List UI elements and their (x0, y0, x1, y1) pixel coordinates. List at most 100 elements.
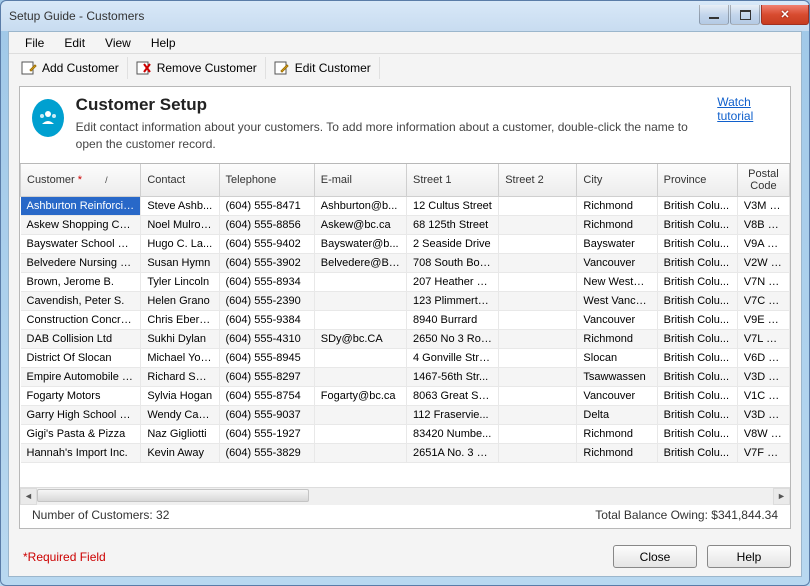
table-cell[interactable]: Michael Young (141, 348, 219, 367)
table-cell[interactable] (499, 310, 577, 329)
table-cell[interactable]: Richmond (577, 443, 657, 462)
table-cell[interactable]: 12 Cultus Street (406, 196, 498, 215)
table-cell[interactable] (314, 348, 406, 367)
table-cell[interactable]: New Westmi... (577, 272, 657, 291)
table-cell[interactable]: V6D 4U8 (737, 348, 789, 367)
table-cell[interactable]: V8W 9C3 (737, 424, 789, 443)
table-cell[interactable]: SDy@bc.CA (314, 329, 406, 348)
remove-customer-button[interactable]: Remove Customer (128, 57, 266, 79)
col-postal[interactable]: Postal Code (737, 164, 789, 197)
table-row[interactable]: Brown, Jerome B.Tyler Lincoln(604) 555-8… (21, 272, 790, 291)
table-row[interactable]: Garry High School Bo...Wendy Cates(604) … (21, 405, 790, 424)
table-cell[interactable]: 123 Plimmerto... (406, 291, 498, 310)
table-cell[interactable]: Fogarty Motors (21, 386, 141, 405)
table-cell[interactable] (499, 215, 577, 234)
edit-customer-button[interactable]: Edit Customer (266, 57, 380, 79)
table-cell[interactable]: Construction Concre... (21, 310, 141, 329)
table-row[interactable]: Construction Concre...Chris Eberh...(604… (21, 310, 790, 329)
col-customer[interactable]: Customer * / (21, 164, 141, 197)
table-cell[interactable]: (604) 555-8754 (219, 386, 314, 405)
table-cell[interactable]: (604) 555-8297 (219, 367, 314, 386)
table-cell[interactable]: (604) 555-2390 (219, 291, 314, 310)
table-cell[interactable]: West Vanco... (577, 291, 657, 310)
table-cell[interactable]: DAB Collision Ltd (21, 329, 141, 348)
table-cell[interactable]: 83420 Numbe... (406, 424, 498, 443)
table-cell[interactable]: British Colu... (657, 253, 737, 272)
table-cell[interactable]: Sylvia Hogan (141, 386, 219, 405)
table-cell[interactable]: V3M 7Q3 (737, 196, 789, 215)
table-cell[interactable]: Richmond (577, 196, 657, 215)
table-cell[interactable]: (604) 555-8471 (219, 196, 314, 215)
scroll-left-icon[interactable]: ◄ (20, 488, 37, 505)
table-cell[interactable]: Richmond (577, 215, 657, 234)
table-cell[interactable]: Richmond (577, 424, 657, 443)
minimize-button[interactable] (699, 5, 729, 25)
table-cell[interactable] (499, 196, 577, 215)
table-cell[interactable]: Wendy Cates (141, 405, 219, 424)
table-cell[interactable]: (604) 555-3902 (219, 253, 314, 272)
table-cell[interactable]: (604) 555-8945 (219, 348, 314, 367)
table-cell[interactable]: British Colu... (657, 367, 737, 386)
table-cell[interactable]: District Of Slocan (21, 348, 141, 367)
table-cell[interactable]: (604) 555-3829 (219, 443, 314, 462)
table-cell[interactable]: (604) 555-8934 (219, 272, 314, 291)
table-cell[interactable]: British Colu... (657, 405, 737, 424)
col-city[interactable]: City (577, 164, 657, 197)
table-cell[interactable]: Belvedere@Bc... (314, 253, 406, 272)
table-cell[interactable]: V8B 2S7 (737, 215, 789, 234)
scroll-right-icon[interactable]: ► (773, 488, 790, 505)
table-cell[interactable]: (604) 555-1927 (219, 424, 314, 443)
table-cell[interactable] (499, 405, 577, 424)
scroll-track[interactable] (37, 488, 773, 505)
table-cell[interactable] (314, 272, 406, 291)
table-cell[interactable]: V9E 2L8 (737, 310, 789, 329)
table-cell[interactable]: Empire Automobile R... (21, 367, 141, 386)
table-cell[interactable]: Ashburton Reinforcing (21, 196, 141, 215)
table-cell[interactable]: 4 Gonville Street (406, 348, 498, 367)
table-cell[interactable] (499, 291, 577, 310)
table-cell[interactable]: (604) 555-8856 (219, 215, 314, 234)
table-cell[interactable]: Richmond (577, 329, 657, 348)
table-cell[interactable]: Tyler Lincoln (141, 272, 219, 291)
table-cell[interactable]: 2 Seaside Drive (406, 234, 498, 253)
scroll-thumb[interactable] (37, 489, 309, 502)
table-row[interactable]: Ashburton ReinforcingSteve Ashb...(604) … (21, 196, 790, 215)
table-cell[interactable] (499, 386, 577, 405)
table-cell[interactable]: Slocan (577, 348, 657, 367)
table-cell[interactable]: Bayswater (577, 234, 657, 253)
menu-view[interactable]: View (95, 34, 141, 52)
table-cell[interactable]: British Colu... (657, 348, 737, 367)
close-window-button[interactable]: ✕ (761, 5, 809, 25)
table-cell[interactable] (499, 348, 577, 367)
table-cell[interactable] (499, 272, 577, 291)
table-cell[interactable]: Askew@bc.ca (314, 215, 406, 234)
table-cell[interactable]: 207 Heather S... (406, 272, 498, 291)
table-cell[interactable]: Sukhi Dylan (141, 329, 219, 348)
table-cell[interactable]: V3D 7Y1 (737, 405, 789, 424)
table-cell[interactable]: British Colu... (657, 386, 737, 405)
table-cell[interactable] (314, 310, 406, 329)
col-province[interactable]: Province (657, 164, 737, 197)
table-cell[interactable] (499, 253, 577, 272)
table-cell[interactable]: British Colu... (657, 196, 737, 215)
col-contact[interactable]: Contact (141, 164, 219, 197)
table-cell[interactable]: Belvedere Nursing H... (21, 253, 141, 272)
table-cell[interactable]: (604) 555-9037 (219, 405, 314, 424)
table-cell[interactable]: V7F 5S9 (737, 443, 789, 462)
table-cell[interactable]: Chris Eberh... (141, 310, 219, 329)
table-cell[interactable]: (604) 555-9384 (219, 310, 314, 329)
table-cell[interactable]: Brown, Jerome B. (21, 272, 141, 291)
table-row[interactable]: DAB Collision LtdSukhi Dylan(604) 555-43… (21, 329, 790, 348)
maximize-button[interactable] (730, 5, 760, 25)
table-row[interactable]: Askew Shopping Cen...Noel Mulroney(604) … (21, 215, 790, 234)
table-cell[interactable]: Gigi's Pasta & Pizza (21, 424, 141, 443)
close-button[interactable]: Close (613, 545, 697, 568)
table-cell[interactable]: Naz Gigliotti (141, 424, 219, 443)
table-cell[interactable]: British Colu... (657, 443, 737, 462)
table-cell[interactable] (314, 405, 406, 424)
table-cell[interactable]: Askew Shopping Cen... (21, 215, 141, 234)
menu-edit[interactable]: Edit (54, 34, 95, 52)
table-cell[interactable]: British Colu... (657, 215, 737, 234)
table-cell[interactable]: Noel Mulroney (141, 215, 219, 234)
table-cell[interactable]: (604) 555-9402 (219, 234, 314, 253)
